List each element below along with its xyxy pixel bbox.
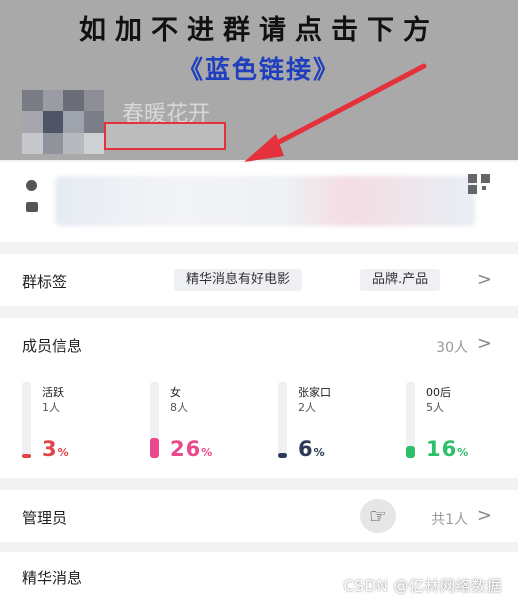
chevron-right-icon: >: [476, 505, 492, 526]
group-header: 如加不进群请点击下方 《蓝色链接》 春暖花开: [0, 0, 518, 162]
avatar-mosaic-cell: [63, 111, 84, 133]
stat-percent: 3%: [42, 437, 70, 461]
avatar-mosaic-cell: [22, 132, 43, 154]
admin-count: 共1人: [431, 512, 468, 528]
stat-percent-value: 3: [42, 437, 58, 461]
clock-icon: [26, 180, 37, 191]
red-arrow-icon: [244, 63, 427, 162]
stat-bar-fill: [278, 453, 287, 458]
row-title: 群标签: [22, 273, 68, 291]
member-count[interactable]: 30人: [436, 337, 468, 357]
stat-bar-track: [22, 382, 31, 458]
stat-label: 活跃: [42, 386, 64, 399]
qr-code-icon[interactable]: [468, 174, 492, 194]
row-title: 精华消息: [22, 569, 83, 587]
member-stat: 00后 5人 16%: [406, 382, 516, 462]
stat-percent-unit: %: [457, 446, 470, 459]
chevron-right-icon[interactable]: >: [477, 333, 492, 354]
avatar-mosaic-cell: [22, 90, 43, 112]
row-title: 成员信息: [22, 337, 83, 355]
group-tags-row[interactable]: 群标签 精华消息有好电影 品牌.产品 >: [0, 254, 518, 306]
tag-chip[interactable]: 品牌.产品: [360, 269, 441, 291]
stat-bar-track: [278, 382, 287, 458]
stat-bar-track: [406, 382, 415, 458]
avatar-mosaic-cell: [42, 111, 63, 133]
stat-label: 00后: [426, 386, 451, 399]
member-stat: 张家口 2人 6%: [278, 382, 388, 462]
avatar-mosaic-cell: [22, 111, 43, 133]
blurred-info-text: [55, 176, 475, 226]
stat-percent: 26%: [170, 437, 213, 461]
stat-percent-unit: %: [313, 446, 326, 459]
member-info-section: 成员信息 30人 > 活跃 1人 3% 女 8人 26% 张家口 2人 6% 0…: [0, 318, 518, 478]
tag-chip[interactable]: 精华消息有好电影: [174, 269, 303, 291]
banner-text: 如加不进群请点击下方: [79, 15, 439, 46]
stat-bar-fill: [150, 438, 159, 458]
avatar-mosaic-cell: [83, 111, 104, 133]
stat-count: 8人: [170, 401, 188, 414]
watermark: CSDN @亿林网络数据: [343, 577, 502, 595]
stat-label: 张家口: [298, 386, 331, 399]
stat-percent-value: 16: [426, 437, 458, 461]
row-title: 管理员: [22, 509, 68, 527]
avatar-mosaic-cell: [63, 90, 84, 112]
stat-percent-value: 6: [298, 437, 314, 461]
stat-count: 5人: [426, 401, 444, 414]
avatar-mosaic-cell: [83, 132, 104, 154]
member-stat: 女 8人 26%: [150, 382, 260, 462]
document-icon: [26, 202, 38, 212]
avatar-mosaic-cell: [83, 90, 104, 112]
stat-label: 女: [170, 386, 181, 399]
avatar-mosaic-cell: [42, 132, 63, 154]
group-info-section: [0, 162, 518, 242]
stat-percent: 16%: [426, 437, 469, 461]
stat-bar-fill: [406, 446, 415, 458]
stat-percent-unit: %: [57, 446, 70, 459]
group-avatar[interactable]: [22, 90, 104, 154]
admin-row[interactable]: 管理员 ☞ 共1人 >: [0, 490, 518, 542]
stat-bar-track: [150, 382, 159, 458]
avatar-mosaic-cell: [42, 90, 63, 112]
stat-bar-fill: [22, 454, 31, 458]
stat-percent: 6%: [298, 437, 326, 461]
avatar-mosaic-cell: [63, 132, 84, 154]
stat-percent-unit: %: [201, 446, 214, 459]
highlighted-link-box[interactable]: [104, 122, 226, 150]
stat-count: 1人: [42, 401, 60, 414]
chevron-right-icon: >: [476, 269, 492, 290]
hand-pointing-icon: ☞: [360, 499, 396, 533]
stat-percent-value: 26: [170, 437, 202, 461]
member-stat: 活跃 1人 3%: [22, 382, 132, 462]
stat-count: 2人: [298, 401, 316, 414]
